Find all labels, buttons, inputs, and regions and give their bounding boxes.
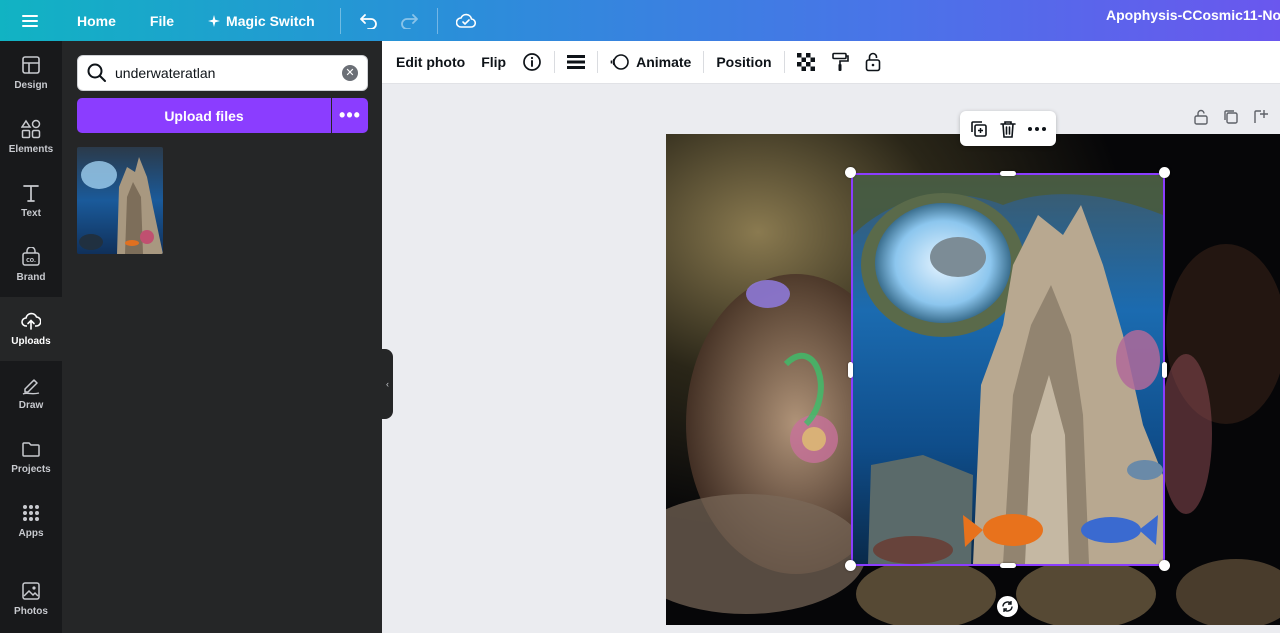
- text-icon: [23, 185, 39, 202]
- draw-icon: [22, 379, 40, 395]
- divider: [554, 51, 556, 73]
- rail-item-design[interactable]: Design: [0, 41, 62, 105]
- upload-cloud-icon: [21, 312, 41, 330]
- more-options-icon[interactable]: •••: [332, 98, 368, 133]
- rail-label: Projects: [11, 464, 51, 475]
- elements-icon: [21, 119, 41, 139]
- rail-item-elements[interactable]: Elements: [0, 105, 62, 169]
- resize-handle-top[interactable]: [1000, 171, 1016, 176]
- duplicate-page-icon[interactable]: [1222, 108, 1240, 126]
- resize-handle-bottom[interactable]: [1000, 563, 1016, 568]
- apps-grid-icon: [23, 505, 39, 521]
- trash-icon[interactable]: [999, 119, 1017, 139]
- rail-item-photos[interactable]: Photos: [0, 567, 62, 631]
- collapse-panel-handle[interactable]: ‹: [382, 349, 393, 419]
- more-icon[interactable]: [1027, 126, 1047, 132]
- folder-icon: [22, 442, 40, 457]
- redo-icon[interactable]: [389, 0, 429, 41]
- rail-item-apps[interactable]: Apps: [0, 489, 62, 553]
- rail-label: Design: [14, 80, 48, 91]
- magic-switch-button[interactable]: Magic Switch: [191, 0, 332, 41]
- page-tools: [1192, 108, 1270, 128]
- animate-label: Animate: [636, 54, 692, 70]
- search-input[interactable]: [115, 65, 335, 81]
- rail-label: Text: [21, 208, 41, 219]
- transparency-icon[interactable]: [789, 41, 823, 84]
- left-rail: Design Elements Text CO. Brand Uploads D…: [0, 41, 62, 633]
- brand-icon: CO.: [22, 247, 40, 266]
- paint-roller-icon[interactable]: [823, 41, 857, 84]
- rail-label: Apps: [18, 528, 44, 539]
- rail-label: Photos: [14, 606, 48, 617]
- rail-item-draw[interactable]: Draw: [0, 361, 62, 425]
- lock-icon[interactable]: [857, 41, 889, 84]
- resize-handle-bottom-left[interactable]: [845, 560, 856, 571]
- rail-item-text[interactable]: Text: [0, 169, 62, 233]
- rail-item-brand[interactable]: CO. Brand: [0, 233, 62, 297]
- underwater-city-image: [853, 175, 1163, 564]
- divider: [339, 7, 341, 34]
- element-action-bar: [960, 111, 1056, 146]
- sparkle-icon: [208, 14, 221, 27]
- rail-label: Uploads: [11, 336, 51, 347]
- rotate-icon[interactable]: [997, 596, 1018, 617]
- duplicate-icon[interactable]: [969, 119, 989, 139]
- resize-handle-top-right[interactable]: [1159, 167, 1170, 178]
- rail-item-uploads[interactable]: Uploads: [0, 297, 62, 361]
- position-button[interactable]: Position: [708, 41, 779, 84]
- magic-switch-label: Magic Switch: [226, 12, 315, 29]
- flip-button[interactable]: Flip: [473, 41, 514, 84]
- info-icon[interactable]: [514, 41, 550, 84]
- divider: [436, 7, 438, 34]
- hamburger-menu-icon[interactable]: [0, 0, 60, 41]
- edit-photo-button[interactable]: Edit photo: [388, 41, 473, 84]
- lock-page-icon[interactable]: [1192, 108, 1210, 126]
- resize-handle-bottom-right[interactable]: [1159, 560, 1170, 571]
- clear-search-icon[interactable]: ✕: [342, 65, 358, 81]
- rail-item-projects[interactable]: Projects: [0, 425, 62, 489]
- search-icon: [87, 63, 106, 82]
- selected-image[interactable]: [851, 173, 1165, 566]
- rail-label: Brand: [16, 272, 46, 283]
- search-box: ✕: [77, 55, 368, 91]
- rail-label: Elements: [8, 144, 54, 155]
- upload-files-group: Upload files •••: [77, 98, 368, 133]
- document-title[interactable]: Apophysis-CCosmic11-No1-M: [1106, 0, 1280, 41]
- cloud-saved-icon[interactable]: [446, 0, 486, 41]
- rail-label: Draw: [18, 400, 44, 411]
- resize-handle-left[interactable]: [848, 362, 853, 378]
- file-menu[interactable]: File: [133, 0, 191, 41]
- uploads-panel: ✕ Upload files •••: [62, 41, 382, 633]
- svg-text:CO.: CO.: [26, 258, 36, 264]
- design-icon: [22, 56, 40, 74]
- uploaded-image-thumbnail[interactable]: [77, 147, 163, 254]
- animate-icon: [610, 54, 629, 70]
- divider: [703, 51, 705, 73]
- border-style-icon[interactable]: [559, 41, 593, 84]
- divider: [597, 51, 599, 73]
- animate-button[interactable]: Animate: [602, 41, 699, 84]
- home-link[interactable]: Home: [60, 0, 133, 41]
- resize-handle-top-left[interactable]: [845, 167, 856, 178]
- resize-handle-right[interactable]: [1162, 362, 1167, 378]
- add-page-icon[interactable]: [1252, 108, 1270, 126]
- top-bar: Home File Magic Switch Apophysis-CCosmic…: [0, 0, 1280, 41]
- undo-icon[interactable]: [349, 0, 389, 41]
- context-toolbar: Edit photo Flip Animate Position: [382, 41, 1280, 84]
- upload-files-button[interactable]: Upload files: [77, 98, 331, 133]
- photos-icon: [22, 582, 40, 600]
- divider: [783, 51, 785, 73]
